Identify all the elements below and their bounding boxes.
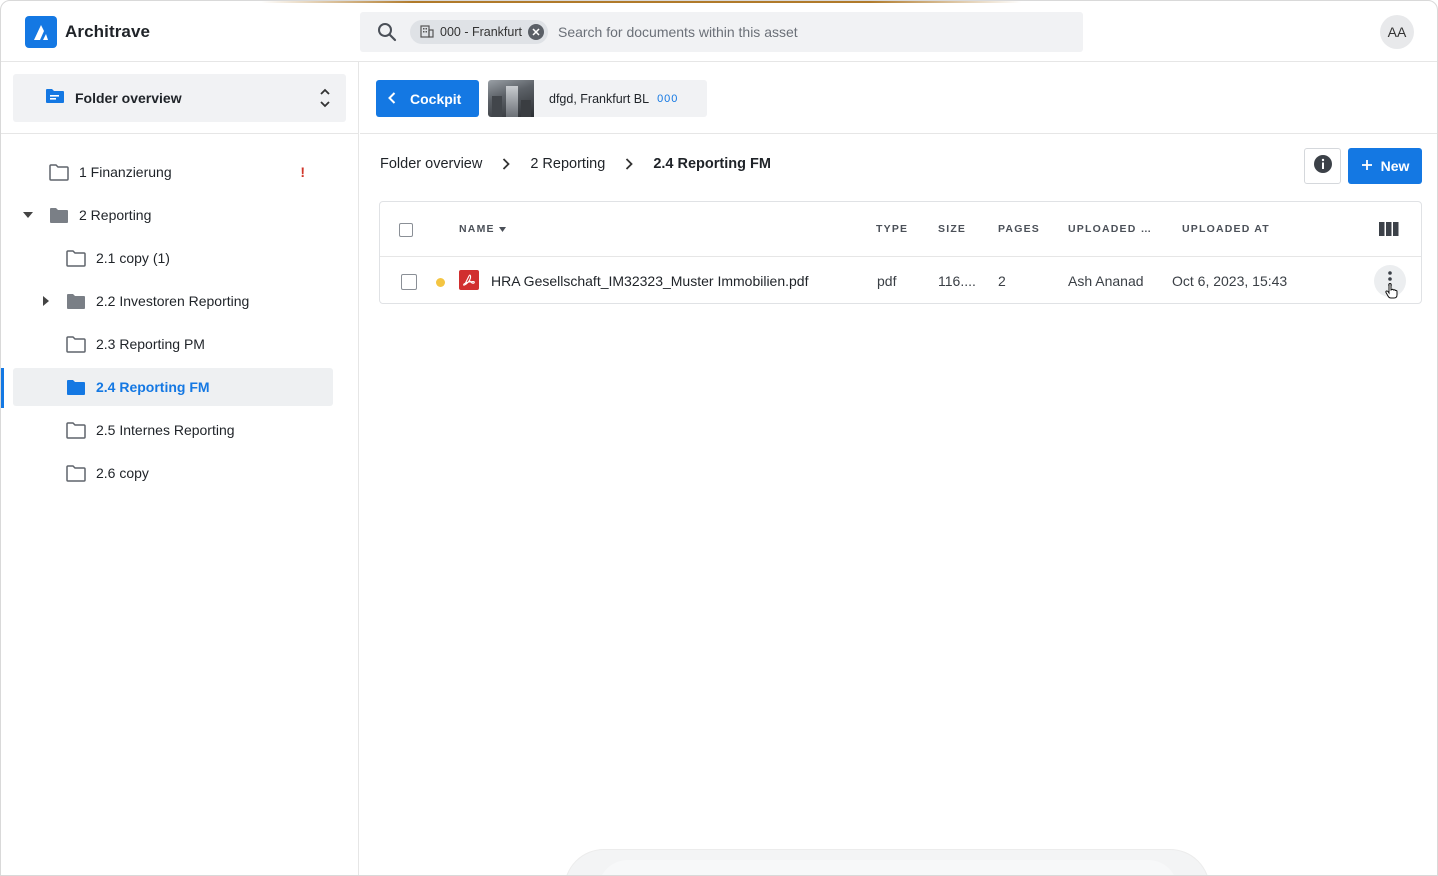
tree-item-label: 2.1 copy (1) (96, 250, 170, 266)
tree-item-label: 2.6 copy (96, 465, 149, 481)
tree-item-label: 2.4 Reporting FM (96, 379, 210, 395)
folder-view-label: Folder overview (75, 90, 182, 106)
chevron-left-icon (388, 91, 396, 107)
asset-name: dfgd, Frankfurt BL (549, 91, 650, 106)
columns-icon[interactable] (1379, 222, 1399, 241)
cockpit-button[interactable]: Cockpit (376, 80, 479, 117)
folder-filled-icon (67, 380, 85, 395)
tree-item-label: 1 Finanzierung (79, 164, 172, 180)
tree-item-2-4-reporting-fm[interactable]: 2.4 Reporting FM (13, 368, 333, 406)
uploaded-by: Ash Ananad (1068, 273, 1144, 289)
tree-item-label: 2.5 Internes Reporting (96, 422, 235, 438)
column-header-uploaded-by[interactable]: UPLOADED … (1068, 223, 1152, 235)
caret-down-icon[interactable] (22, 209, 34, 221)
chip-close-icon[interactable] (527, 24, 544, 40)
folder-outline-icon (66, 336, 86, 353)
asset-code: 000 (657, 92, 679, 105)
select-all-checkbox[interactable] (399, 223, 413, 237)
asset-thumbnail (488, 80, 534, 117)
breadcrumb-item-current: 2.4 Reporting FM (653, 156, 771, 172)
breadcrumb-item-2-reporting[interactable]: 2 Reporting (530, 156, 605, 172)
cockpit-label: Cockpit (410, 90, 462, 107)
search-bar[interactable]: 000 - Frankfurt Search for documents wit… (360, 12, 1083, 52)
building-icon (420, 24, 434, 41)
user-avatar[interactable]: AA (1380, 15, 1414, 49)
caret-right-icon[interactable] (40, 295, 52, 307)
breadcrumb: Folder overview 2 Reporting 2.4 Reportin… (380, 156, 771, 172)
table-header: NAME TYPE SIZE PAGES UPLOADED … UPLOADED… (380, 202, 1421, 257)
active-indicator (1, 368, 4, 408)
tree-item-2-reporting[interactable]: 2 Reporting (13, 196, 333, 234)
app-name: Architrave (65, 22, 151, 41)
tree-item-2-3-reporting-pm[interactable]: 2.3 Reporting PM (13, 325, 333, 363)
folder-outline-icon (66, 422, 86, 439)
tree-item-label: 2.3 Reporting PM (96, 336, 205, 352)
hand-cursor-icon (1385, 283, 1399, 304)
folder-filled-icon (50, 208, 68, 223)
column-header-size[interactable]: SIZE (938, 223, 966, 235)
bottom-dock-inner (598, 860, 1178, 875)
column-header-name[interactable]: NAME (459, 223, 506, 235)
new-label: New (1380, 158, 1410, 174)
status-indicator (436, 278, 445, 287)
column-header-label: NAME (459, 223, 495, 235)
top-header: Architrave 000 - Frankfurt Search for do… (1, 1, 1437, 62)
file-pages: 2 (998, 273, 1006, 289)
tree-item-2-2-investoren-reporting[interactable]: 2.2 Investoren Reporting (13, 282, 333, 320)
info-icon (1313, 154, 1333, 179)
folder-filled-icon (67, 294, 85, 309)
file-size: 116.... (938, 273, 976, 289)
column-header-uploaded-at[interactable]: UPLOADED AT (1182, 223, 1270, 235)
sidebar: Folder overview 1 Finanzierung ! 2 Repor… (1, 62, 359, 875)
tree-item-2-1-copy[interactable]: 2.1 copy (1) (13, 239, 333, 277)
plus-icon (1361, 158, 1373, 174)
table-row[interactable]: HRA Gesellschaft_IM32323_Muster Immobili… (380, 258, 1421, 304)
column-header-pages[interactable]: PAGES (998, 223, 1040, 235)
tree-item-2-5-internes-reporting[interactable]: 2.5 Internes Reporting (13, 411, 333, 449)
file-name[interactable]: HRA Gesellschaft_IM32323_Muster Immobili… (491, 273, 808, 289)
tree-item-label: 2 Reporting (79, 207, 152, 223)
folder-outline-icon (66, 250, 86, 267)
sidebar-divider (1, 133, 359, 134)
architrave-logo-icon (25, 16, 57, 48)
warning-icon: ! (300, 164, 305, 180)
asset-card[interactable]: dfgd, Frankfurt BL 000 (488, 80, 707, 117)
tree-item-2-6-copy[interactable]: 2.6 copy (13, 454, 333, 492)
app-window: Architrave 000 - Frankfurt Search for do… (0, 0, 1438, 876)
folder-view-selector[interactable]: Folder overview (13, 74, 346, 122)
bottom-dock-shadow (564, 849, 1210, 875)
pdf-file-icon (459, 270, 479, 290)
breadcrumb-item-folder-overview[interactable]: Folder overview (380, 156, 482, 172)
chevron-up-down-icon (318, 86, 332, 115)
app-logo[interactable]: Architrave (25, 16, 150, 48)
asset-bar: Cockpit dfgd, Frankfurt BL 000 (360, 62, 1437, 134)
tree-item-1-finanzierung[interactable]: 1 Finanzierung ! (13, 153, 333, 191)
documents-table: NAME TYPE SIZE PAGES UPLOADED … UPLOADED… (379, 201, 1422, 304)
chip-label: 000 - Frankfurt (440, 25, 522, 39)
folder-outline-icon (49, 164, 69, 181)
search-icon (376, 21, 398, 43)
column-header-type[interactable]: TYPE (876, 223, 908, 235)
asset-filter-chip[interactable]: 000 - Frankfurt (410, 20, 548, 44)
chevron-right-icon (502, 158, 511, 170)
new-button[interactable]: New (1348, 148, 1422, 184)
uploaded-at: Oct 6, 2023, 15:43 (1172, 273, 1288, 289)
chevron-right-icon (625, 158, 634, 170)
folder-overview-icon (45, 88, 65, 109)
tree-item-label: 2.2 Investoren Reporting (96, 293, 250, 309)
sort-down-icon (498, 223, 506, 235)
folder-outline-icon (66, 465, 86, 482)
search-input[interactable]: Search for documents within this asset (558, 24, 798, 40)
row-checkbox[interactable] (401, 274, 417, 290)
file-type: pdf (877, 273, 897, 289)
info-button[interactable] (1304, 148, 1341, 184)
